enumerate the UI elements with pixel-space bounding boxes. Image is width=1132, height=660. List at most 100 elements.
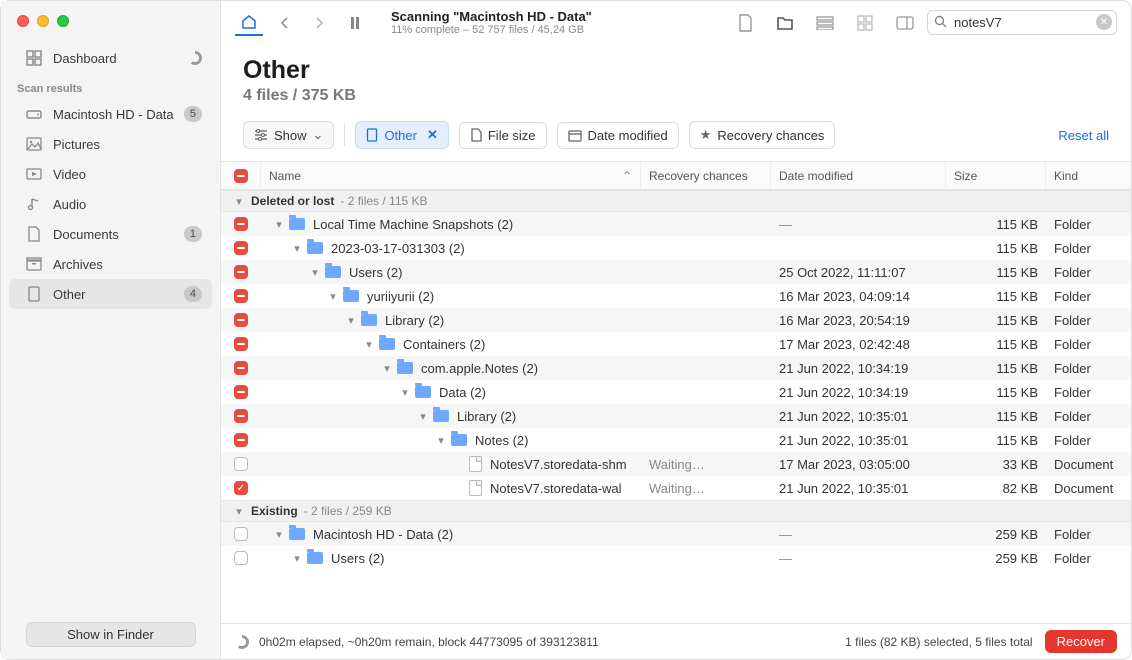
back-button[interactable]	[271, 10, 299, 36]
table-row[interactable]: com.apple.Notes (2)21 Jun 2022, 10:34:19…	[221, 356, 1131, 380]
recovery-cell	[641, 428, 771, 452]
column-kind[interactable]: Kind	[1046, 162, 1131, 189]
table-row[interactable]: Notes (2)21 Jun 2022, 10:35:01115 KBFold…	[221, 428, 1131, 452]
search-field[interactable]: ✕	[927, 10, 1117, 35]
column-name[interactable]: Name⌃	[261, 162, 641, 189]
clear-search-button[interactable]: ✕	[1096, 14, 1112, 30]
kind-cell: Folder	[1046, 212, 1131, 236]
sidebar-item-label: Other	[53, 287, 174, 302]
column-date[interactable]: Date modified	[771, 162, 946, 189]
row-checkbox[interactable]	[234, 217, 248, 231]
table-row[interactable]: Containers (2) 17 Mar 2023, 02:42:48115 K…	[221, 332, 1131, 356]
table-row[interactable]: 2023-03-17-031303 (2)115 KBFolder	[221, 236, 1131, 260]
disclosure-triangle[interactable]	[309, 266, 321, 279]
show-in-finder-button[interactable]: Show in Finder	[26, 622, 196, 647]
row-checkbox[interactable]	[234, 527, 248, 541]
sidebar-item-pictures[interactable]: Pictures	[9, 129, 212, 159]
toggle-sidebar-button[interactable]	[891, 10, 919, 36]
remove-filter-icon[interactable]: ✕	[427, 127, 438, 143]
disclosure-triangle[interactable]	[273, 218, 285, 231]
view-document-button[interactable]	[731, 10, 759, 36]
file-size-filter-button[interactable]: File size	[459, 122, 547, 149]
sidebar-item-dashboard[interactable]: Dashboard	[9, 43, 212, 73]
table-row[interactable]: NotesV7.storedata-walWaiting…21 Jun 2022…	[221, 476, 1131, 500]
recovery-chances-filter-button[interactable]: ★ Recovery chances	[689, 121, 836, 149]
table-row[interactable]: Local Time Machine Snapshots (2)—115 KBF…	[221, 212, 1131, 236]
row-checkbox[interactable]	[234, 313, 248, 327]
row-checkbox[interactable]	[234, 265, 248, 279]
zoom-window-button[interactable]	[57, 15, 69, 27]
disclosure-triangle[interactable]	[363, 338, 375, 351]
file-name: Containers (2)	[403, 337, 485, 352]
row-checkbox[interactable]	[234, 433, 248, 447]
row-checkbox[interactable]	[234, 385, 248, 399]
group-header[interactable]: Deleted or lost - 2 files / 115 KB	[221, 190, 1131, 212]
kind-cell: Folder	[1046, 404, 1131, 428]
table-row[interactable]: Library (2)21 Jun 2022, 10:35:01115 KBFo…	[221, 404, 1131, 428]
sidebar-item-documents[interactable]: Documents 1	[9, 219, 212, 249]
other-filter-chip[interactable]: Other ✕	[355, 121, 448, 149]
disclosure-triangle[interactable]	[273, 528, 285, 541]
disclosure-triangle[interactable]	[381, 362, 393, 375]
disclosure-triangle[interactable]	[345, 314, 357, 327]
recover-button[interactable]: Recover	[1045, 630, 1117, 653]
table-row[interactable]: yuriiyurii (2)16 Mar 2023, 04:09:14115 K…	[221, 284, 1131, 308]
table-row[interactable]: Users (2)25 Oct 2022, 11:11:07115 KBFold…	[221, 260, 1131, 284]
sidebar-item-audio[interactable]: Audio	[9, 189, 212, 219]
recovery-cell: Waiting…	[641, 452, 771, 476]
search-input[interactable]	[927, 10, 1117, 35]
size-cell: 115 KB	[946, 332, 1046, 356]
column-recovery[interactable]: Recovery chances	[641, 162, 771, 189]
date-modified-filter-button[interactable]: Date modified	[557, 122, 679, 149]
view-folder-button[interactable]	[771, 10, 799, 36]
show-filter-button[interactable]: Show ⌄	[243, 121, 334, 149]
kind-cell: Folder	[1046, 284, 1131, 308]
group-header[interactable]: Existing - 2 files / 259 KB	[221, 500, 1131, 522]
view-list-button[interactable]	[811, 10, 839, 36]
view-grid-button[interactable]	[851, 10, 879, 36]
disclosure-triangle[interactable]	[327, 290, 339, 303]
disclosure-triangle[interactable]	[291, 552, 303, 565]
home-button[interactable]	[235, 10, 263, 36]
disclosure-triangle[interactable]	[233, 505, 245, 518]
chip-label: File size	[488, 128, 536, 143]
table-row[interactable]: Macintosh HD - Data (2)—259 KBFolder	[221, 522, 1131, 546]
column-size[interactable]: Size	[946, 162, 1046, 189]
table-row[interactable]: Users (2)—259 KBFolder	[221, 546, 1131, 570]
select-all-checkbox[interactable]	[221, 162, 261, 189]
group-label: Existing	[251, 504, 298, 518]
minimize-window-button[interactable]	[37, 15, 49, 27]
table-row[interactable]: Data (2)21 Jun 2022, 10:34:19115 KBFolde…	[221, 380, 1131, 404]
row-checkbox[interactable]	[234, 241, 248, 255]
sidebar-item-video[interactable]: Video	[9, 159, 212, 189]
row-checkbox[interactable]	[234, 551, 248, 565]
date-cell: 17 Mar 2023, 02:42:48	[771, 332, 946, 356]
forward-button[interactable]	[305, 10, 333, 36]
row-checkbox[interactable]	[234, 457, 248, 471]
pause-button[interactable]	[341, 10, 369, 36]
disclosure-triangle[interactable]	[399, 386, 411, 399]
reset-all-button[interactable]: Reset all	[1058, 128, 1109, 143]
row-checkbox[interactable]	[234, 337, 248, 351]
disclosure-triangle[interactable]	[291, 242, 303, 255]
table-row[interactable]: Library (2)16 Mar 2023, 20:54:19115 KBFo…	[221, 308, 1131, 332]
sidebar-item-drive[interactable]: Macintosh HD - Data 5	[9, 99, 212, 129]
sidebar-item-other[interactable]: Other 4	[9, 279, 212, 309]
recovery-cell	[641, 212, 771, 236]
recovery-cell	[641, 546, 771, 570]
row-checkbox[interactable]	[234, 289, 248, 303]
row-checkbox[interactable]	[234, 409, 248, 423]
close-window-button[interactable]	[17, 15, 29, 27]
row-checkbox[interactable]	[234, 481, 248, 495]
group-info: - 2 files / 259 KB	[304, 504, 392, 518]
table-row[interactable]: NotesV7.storedata-shmWaiting…17 Mar 2023…	[221, 452, 1131, 476]
page-subtitle: 4 files / 375 KB	[243, 87, 1109, 105]
folder-icon	[343, 290, 359, 302]
file-table: Name⌃ Recovery chances Date modified Siz…	[221, 161, 1131, 623]
sidebar-item-archives[interactable]: Archives	[9, 249, 212, 279]
table-body[interactable]: Deleted or lost - 2 files / 115 KBLocal …	[221, 190, 1131, 623]
disclosure-triangle[interactable]	[233, 195, 245, 208]
disclosure-triangle[interactable]	[417, 410, 429, 423]
disclosure-triangle[interactable]	[435, 434, 447, 447]
row-checkbox[interactable]	[234, 361, 248, 375]
